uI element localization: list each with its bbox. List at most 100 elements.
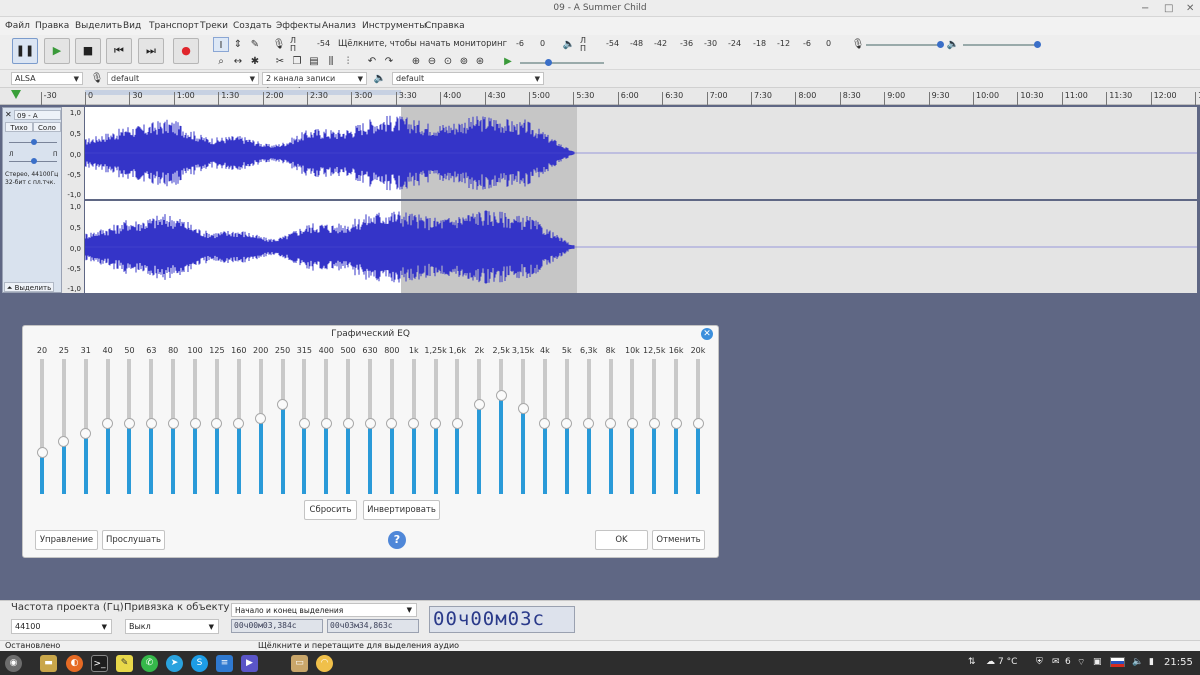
eq-slider-fill[interactable] (127, 423, 132, 494)
eq-slider-fill[interactable] (258, 418, 263, 494)
play-at-speed-icon[interactable]: ▶ (500, 54, 516, 69)
undo-icon[interactable]: ↶ (364, 54, 380, 69)
eq-slider-knob[interactable] (364, 418, 376, 430)
multi-tool-icon[interactable]: ✱ (247, 54, 263, 69)
eq-slider-knob[interactable] (692, 418, 704, 430)
eq-slider-knob[interactable] (517, 403, 529, 415)
eq-slider-track[interactable] (83, 359, 88, 434)
menu-tools[interactable]: Инструменты (362, 21, 426, 31)
eq-slider-fill[interactable] (608, 423, 613, 494)
pause-button[interactable]: ❚❚ (12, 38, 38, 64)
eq-slider-fill[interactable] (433, 423, 438, 494)
selection-end-time[interactable]: 00ч03м34,863с (327, 619, 419, 633)
select-track-button[interactable]: ⏶ Выделить (4, 282, 54, 292)
eq-slider-knob[interactable] (495, 389, 507, 401)
cut-icon[interactable]: ✂ (272, 54, 288, 69)
eq-slider-knob[interactable] (255, 412, 267, 424)
eq-slider-track[interactable] (586, 359, 591, 424)
eq-slider-fill[interactable] (149, 423, 154, 494)
telegram-icon[interactable]: ➤ (166, 655, 183, 672)
record-button[interactable]: ● (173, 38, 199, 64)
archive-icon[interactable]: ▭ (291, 655, 308, 672)
eq-slider-knob[interactable] (320, 418, 332, 430)
play-button[interactable]: ▶ (44, 38, 70, 64)
fit-project-icon[interactable]: ⊚ (456, 54, 472, 69)
eq-slider-track[interactable] (542, 359, 547, 424)
eq-slider-track[interactable] (324, 359, 329, 424)
zoom-toggle-icon[interactable]: ⊛ (472, 54, 488, 69)
skip-to-end-button[interactable]: ⏭ (138, 38, 164, 64)
eq-slider-track[interactable] (630, 359, 635, 424)
media-player-icon[interactable]: ▶ (241, 655, 258, 672)
fit-selection-icon[interactable]: ⊙ (440, 54, 456, 69)
eq-slider-fill[interactable] (346, 423, 351, 494)
eq-slider-fill[interactable] (652, 423, 657, 494)
close-icon[interactable]: ✕ (701, 328, 713, 340)
eq-slider-track[interactable] (40, 359, 44, 453)
eq-slider-fill[interactable] (499, 395, 504, 494)
eq-slider-knob[interactable] (167, 418, 179, 430)
eq-slider-track[interactable] (171, 359, 176, 424)
eq-slider-fill[interactable] (411, 423, 416, 494)
selection-tool-icon[interactable]: I (213, 37, 229, 52)
eq-slider-track[interactable] (608, 359, 613, 424)
help-icon[interactable]: ? (388, 531, 406, 549)
eq-slider-track[interactable] (696, 359, 700, 424)
close-window-button[interactable]: ✕ (1186, 3, 1194, 14)
project-rate-select[interactable]: 44100 ▼ (11, 619, 112, 634)
pan-knob[interactable] (31, 158, 37, 164)
selection-start-time[interactable]: 00ч00м03,384с (231, 619, 323, 633)
network-icon[interactable]: ⇅ (968, 657, 976, 667)
eq-slider-knob[interactable] (670, 418, 682, 430)
eq-slider-fill[interactable] (389, 423, 394, 494)
clock[interactable]: 21:55 (1164, 657, 1193, 668)
record-volume-knob[interactable] (937, 41, 944, 48)
snap-to-select[interactable]: Выкл ▼ (125, 619, 219, 634)
eq-slider-track[interactable] (674, 359, 679, 424)
shield-icon[interactable]: ⛨ (1036, 657, 1043, 667)
play-speed-knob[interactable] (545, 59, 552, 66)
eq-slider-fill[interactable] (280, 404, 285, 494)
eq-slider-track[interactable] (105, 359, 110, 424)
play-volume-knob[interactable] (1034, 41, 1041, 48)
eq-slider-fill[interactable] (214, 423, 219, 494)
eq-slider-knob[interactable] (648, 418, 660, 430)
firefox-icon[interactable]: ◐ (66, 655, 83, 672)
eq-slider-fill[interactable] (83, 433, 88, 494)
eq-slider-fill[interactable] (455, 423, 460, 494)
battery-icon[interactable]: ▮ (1149, 657, 1154, 667)
recording-device-select[interactable]: default ▼ (107, 72, 259, 85)
eq-slider-track[interactable] (455, 359, 460, 424)
whatsapp-icon[interactable]: ✆ (141, 655, 158, 672)
eq-slider-fill[interactable] (171, 423, 176, 494)
play-head-triangle-icon[interactable] (11, 90, 21, 99)
stop-button[interactable]: ■ (75, 38, 101, 64)
eq-slider-knob[interactable] (189, 418, 201, 430)
menu-edit[interactable]: Правка (35, 21, 69, 31)
eq-slider-knob[interactable] (80, 427, 92, 439)
record-meter-mic-icon[interactable]: 🎙 (271, 37, 287, 52)
audio-position-display[interactable]: 00ч00м03с (429, 606, 575, 633)
files-icon[interactable]: ▬ (40, 655, 57, 672)
eq-slider-fill[interactable] (586, 423, 591, 494)
eq-slider-track[interactable] (564, 359, 569, 424)
eq-slider-fill[interactable] (236, 423, 241, 494)
eq-slider-fill[interactable] (40, 452, 44, 494)
eq-slider-fill[interactable] (696, 423, 700, 494)
screen-icon[interactable]: ▣ (1093, 657, 1102, 667)
paste-icon[interactable]: ▤ (306, 54, 322, 69)
menu-select[interactable]: Выделить (75, 21, 122, 31)
track-close-icon[interactable]: ✕ (5, 110, 12, 119)
envelope-tool-icon[interactable]: ⇕ (230, 37, 246, 52)
skip-to-start-button[interactable]: ⏮ (106, 38, 132, 64)
redo-icon[interactable]: ↷ (381, 54, 397, 69)
reset-button[interactable]: Сбросить (304, 500, 357, 520)
menu-tracks[interactable]: Треки (200, 21, 228, 31)
skype-icon[interactable]: S (191, 655, 208, 672)
eq-slider-fill[interactable] (368, 423, 372, 494)
menu-generate[interactable]: Создать (233, 21, 272, 31)
wifi-icon[interactable]: ⌔ (1077, 657, 1085, 668)
keyboard-layout-flag-icon[interactable] (1110, 657, 1125, 667)
eq-slider-track[interactable] (127, 359, 132, 424)
eq-slider-track[interactable] (149, 359, 154, 424)
